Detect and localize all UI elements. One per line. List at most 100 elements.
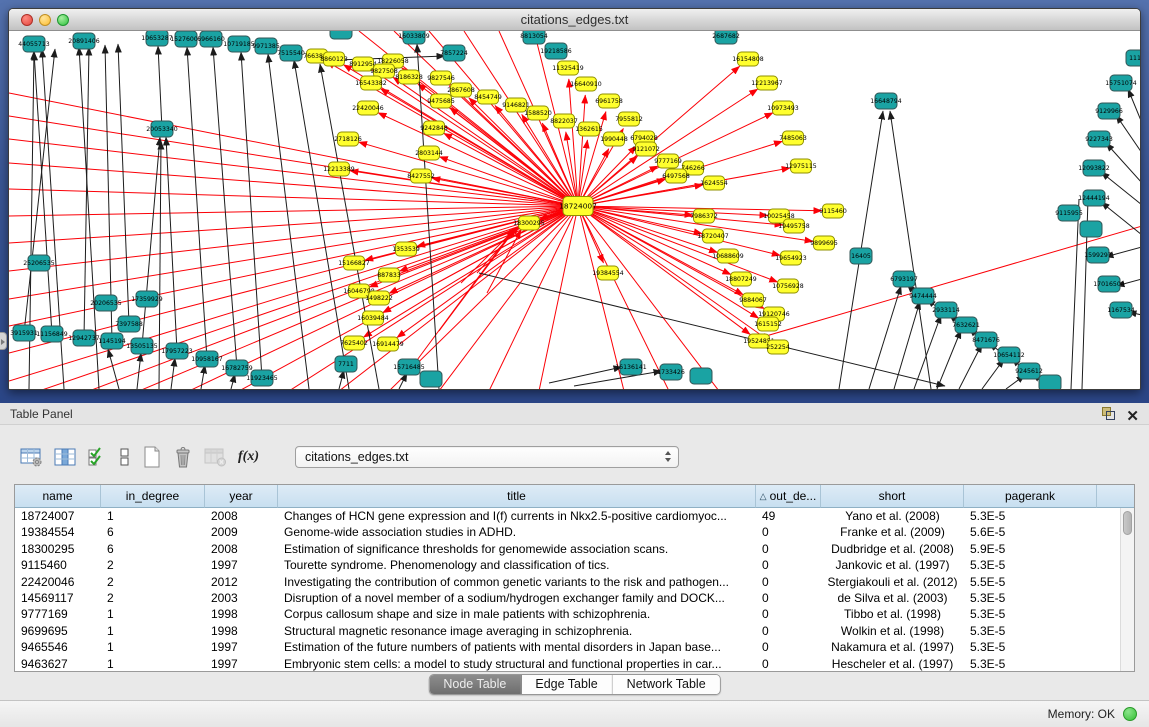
graph-node[interactable] <box>330 31 352 39</box>
table-cell: Investigating the contribution of common… <box>278 574 756 590</box>
table-cell: Stergiakouli et al. (2012) <box>821 574 964 590</box>
table-cell: 2008 <box>205 508 278 524</box>
graph-node-label: 11156849 <box>36 331 68 338</box>
graph-node-label: 12444194 <box>1078 195 1110 202</box>
graph-node-label: 16782759 <box>221 365 253 372</box>
graph-node-label: 9115955 <box>1055 210 1083 217</box>
table-cell: 0 <box>756 639 821 655</box>
graph-node-label: 9971385 <box>252 43 280 50</box>
table-row[interactable]: 969969511998Structural magnetic resonanc… <box>15 623 1134 639</box>
graph-node-label: 6497568 <box>662 173 690 180</box>
graph-node-label: 8186328 <box>395 74 423 81</box>
network-desktop: citations_edges.txt 44055713208914061065… <box>0 0 1149 403</box>
network-window-titlebar[interactable]: citations_edges.txt <box>9 9 1140 31</box>
graph-node-label: 887833 <box>377 272 401 279</box>
table-panel-title: Table Panel <box>10 407 73 421</box>
table-cell: 9115460 <box>15 557 101 573</box>
delete-table-button[interactable] <box>204 444 227 470</box>
graph-node-label: 1362615 <box>575 126 603 133</box>
column-header-short[interactable]: short <box>821 485 964 508</box>
graph-node[interactable] <box>420 371 442 387</box>
graph-node-label: 1498222 <box>365 295 393 302</box>
graph-node-label: 9827508 <box>370 68 398 75</box>
table-cell: 2008 <box>205 541 278 557</box>
graph-node-label: 17359929 <box>131 296 163 303</box>
column-header-name[interactable]: name <box>15 485 101 508</box>
table-select-dropdown[interactable]: citations_edges.txt <box>295 446 679 468</box>
table-cell: 1998 <box>205 606 278 622</box>
table-cell: 9777169 <box>15 606 101 622</box>
graph-node-label: 7986372 <box>690 213 718 220</box>
graph-node-label: 9474444 <box>909 293 937 300</box>
graph-node-label: 9146821 <box>502 102 530 109</box>
graph-node-label: 10653287 <box>141 35 173 42</box>
table-cell: 6 <box>101 541 205 557</box>
new-column-button[interactable] <box>142 444 162 470</box>
tab-node-table[interactable]: Node Table <box>429 675 521 694</box>
panel-collapse-handle[interactable] <box>0 332 7 350</box>
table-row[interactable]: 911546021997Tourette syndrome. Phenomeno… <box>15 557 1134 573</box>
column-header-title[interactable]: title <box>278 485 756 508</box>
close-panel-icon[interactable]: ✕ <box>1126 409 1139 424</box>
graph-node-label: 8471676 <box>972 337 1000 344</box>
table-cell: 0 <box>756 656 821 672</box>
graph-node-label: 16033809 <box>398 33 430 40</box>
graph-node-label: 8427552 <box>407 173 435 180</box>
table-cell: 1998 <box>205 623 278 639</box>
table-mode-button[interactable] <box>20 444 43 470</box>
column-header-in_degree[interactable]: in_degree <box>101 485 205 508</box>
delete-column-button[interactable] <box>173 444 193 470</box>
graph-node[interactable] <box>1039 375 1061 390</box>
graph-node-label: 6961758 <box>595 98 623 105</box>
table-row[interactable]: 1872400712008Changes of HCN gene express… <box>15 508 1134 524</box>
table-cell: Embryonic stem cells: a model to study s… <box>278 656 756 672</box>
table-row[interactable]: 2242004622012Investigating the contribut… <box>15 574 1134 590</box>
graph-node-label: 20206535 <box>90 300 122 307</box>
table-row[interactable]: 977716911998Corpus callosum shape and si… <box>15 606 1134 622</box>
table-row[interactable]: 1938455462009Genome-wide association stu… <box>15 524 1134 540</box>
graph-node-label: 18300295 <box>513 220 545 227</box>
graph-node-label: 16039484 <box>357 315 389 322</box>
table-cell: 1 <box>101 639 205 655</box>
float-panel-icon[interactable] <box>1101 406 1116 426</box>
graph-node-label: 16640910 <box>570 81 602 88</box>
table-cell: 5.3E-5 <box>964 656 1097 672</box>
column-header-out_de[interactable]: △out_de... <box>756 485 821 508</box>
graph-node-label: 9899695 <box>810 240 838 247</box>
table-scrollbar[interactable] <box>1120 508 1134 671</box>
graph-node-label: 10688609 <box>712 253 744 260</box>
table-row[interactable]: 946554611997Estimation of the future num… <box>15 639 1134 655</box>
graph-node-label: 10958167 <box>191 356 223 363</box>
show-columns-button[interactable] <box>54 444 77 470</box>
graph-node[interactable] <box>1080 221 1102 237</box>
table-cell: 5.6E-5 <box>964 524 1097 540</box>
graph-node-label: 9884067 <box>739 297 767 304</box>
table-cell: 5.9E-5 <box>964 541 1097 557</box>
column-header-pagerank[interactable]: pagerank <box>964 485 1097 508</box>
graph-node-label: 2803144 <box>415 150 443 157</box>
graph-node-label: 9227343 <box>1085 136 1113 143</box>
table-row[interactable]: 1456911722003Disruption of a novel membe… <box>15 590 1134 606</box>
graph-node-label: 2687682 <box>712 33 740 40</box>
table-row[interactable]: 946362711997Embryonic stem cells: a mode… <box>15 656 1134 672</box>
table-cell: 5.3E-5 <box>964 623 1097 639</box>
table-cell: 1997 <box>205 557 278 573</box>
graph-node-label: 25206535 <box>23 260 55 267</box>
table-cell: 0 <box>756 590 821 606</box>
network-graph-canvas[interactable]: 4405571320891406106532871527600769661601… <box>9 31 1141 390</box>
column-header-year[interactable]: year <box>205 485 278 508</box>
table-cell: 5.3E-5 <box>964 590 1097 606</box>
tab-edge-table[interactable]: Edge Table <box>521 675 612 694</box>
graph-node[interactable] <box>690 368 712 384</box>
tab-network-table[interactable]: Network Table <box>613 675 720 694</box>
graph-node-label: 9827546 <box>427 75 455 82</box>
table-cell: Estimation of significance thresholds fo… <box>278 541 756 557</box>
function-builder-button[interactable]: f(x) <box>238 444 259 470</box>
table-cell: Genome-wide association studies in ADHD. <box>278 524 756 540</box>
table-cell: 0 <box>756 623 821 639</box>
graph-node-label: 8912954 <box>349 61 377 68</box>
table-row[interactable]: 1830029562008Estimation of significance … <box>15 541 1134 557</box>
table-scrollbar-thumb[interactable] <box>1123 511 1132 535</box>
row-selector-button[interactable] <box>119 444 131 470</box>
column-checklist-button[interactable] <box>88 444 108 470</box>
